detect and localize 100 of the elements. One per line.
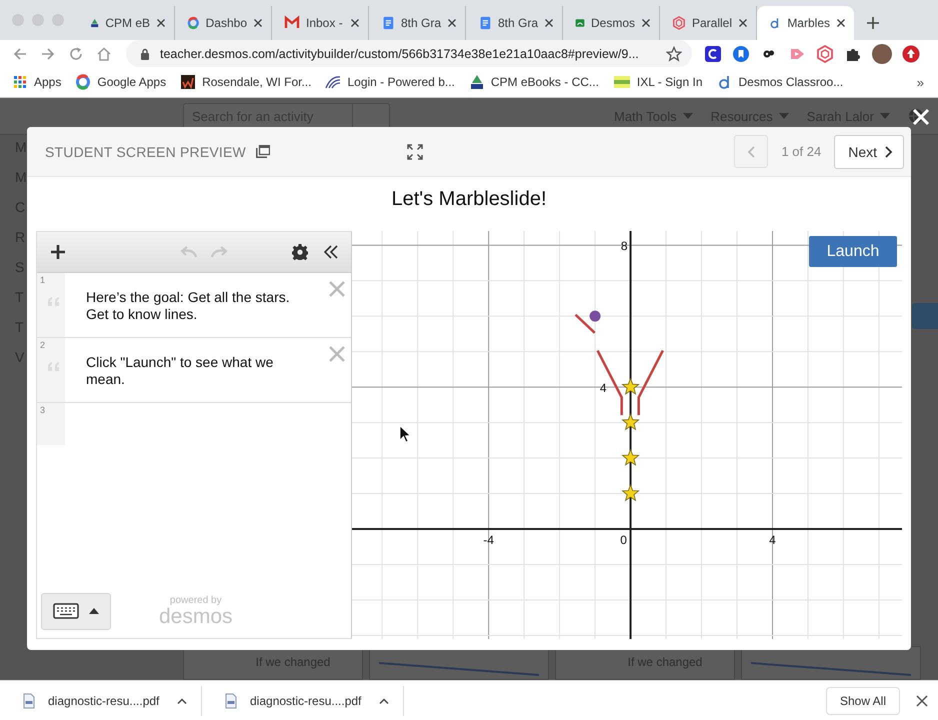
banner-icon [612, 75, 631, 89]
bookmark-link[interactable]: Login - Powered b... [325, 74, 455, 90]
reload-icon[interactable] [68, 46, 84, 62]
axis-label: 4 [769, 533, 776, 548]
globe-icon[interactable] [908, 108, 924, 124]
ring-icon [187, 15, 200, 31]
bookmark-label: Google Apps [97, 75, 166, 89]
powered-by-label: powered by [170, 596, 222, 606]
caret-icon [880, 113, 890, 119]
marble-ball [590, 310, 601, 322]
home-icon[interactable] [96, 46, 112, 62]
avatar[interactable] [872, 44, 892, 64]
ring-icon [75, 74, 92, 90]
bookmark-link[interactable]: Google Apps [75, 74, 166, 90]
browser-tab[interactable]: Marbles [757, 6, 854, 40]
dialog-title: STUDENT SCREEN PREVIEW [45, 144, 246, 160]
star-icon [621, 377, 640, 395]
bookmark-link[interactable]: Desmos Classroo... [716, 74, 844, 90]
tab-title: Desmos [590, 16, 635, 30]
expand-icon[interactable] [406, 144, 422, 160]
close-icon[interactable] [156, 18, 166, 28]
plus-icon[interactable] [866, 16, 880, 30]
close-icon[interactable] [544, 18, 554, 28]
close-icon[interactable] [447, 18, 457, 28]
tab-title: 8th Gra [498, 16, 538, 30]
square-letter-icon[interactable] [704, 44, 722, 62]
more-bookmarks-button[interactable]: » [916, 74, 924, 90]
grid-icon [12, 74, 28, 90]
settings-icon[interactable] [291, 243, 309, 261]
download-item[interactable]: diagnostic-resu....pdf [0, 686, 202, 716]
caret-icon [778, 113, 789, 119]
bookmark-badge-icon[interactable] [732, 44, 750, 62]
tab-title: Inbox - [306, 16, 344, 30]
tab-title: CPM eB [105, 16, 150, 30]
caret-up-icon[interactable] [177, 698, 187, 704]
close-icon[interactable] [738, 18, 748, 28]
tab-title: Parallel [692, 16, 732, 30]
address-bar[interactable]: teacher.desmos.com/activitybuilder/custom/566b31734e38e1e21a10aac8#preview/9... [126, 40, 692, 67]
ramp-line [596, 350, 623, 416]
keyboard-icon [53, 603, 79, 619]
caret-up-icon[interactable] [379, 698, 389, 704]
copy-icon[interactable] [256, 145, 270, 158]
bookmark-label: IXL - Sign In [636, 75, 702, 89]
hexagon-icon[interactable] [816, 44, 834, 62]
download-item[interactable]: diagnostic-resu....pdf [202, 686, 404, 716]
ramp-line [574, 314, 596, 334]
tab-title: Dashbo [206, 16, 247, 30]
bookmark-link[interactable]: IXL - Sign In [612, 75, 702, 89]
forward-arrow-icon[interactable] [40, 46, 56, 62]
document-icon [478, 15, 492, 31]
screen-title: Let's Marbleslide! [390, 187, 548, 212]
close-icon[interactable] [641, 18, 651, 28]
chevron-left-icon [747, 146, 756, 158]
back-arrow-icon[interactable] [12, 46, 28, 62]
star-icon [621, 484, 640, 502]
file-name: diagnostic-resu....pdf [48, 694, 160, 708]
square-logo-icon [180, 74, 196, 90]
close-icon[interactable] [916, 694, 928, 706]
row-number: 1 [40, 275, 46, 285]
url-text: teacher.desmos.com/activitybuilder/custom/566b31734e38e1e21a10aac8#preview/9... [160, 46, 640, 60]
bookmark-link[interactable]: Rosendale, WI For... [180, 74, 312, 90]
pdf-file-icon [22, 692, 36, 708]
star-icon[interactable] [666, 46, 682, 62]
next-button[interactable]: Next [834, 134, 904, 168]
tree-icon [468, 74, 485, 90]
bookmark-label: Rosendale, WI For... [202, 75, 312, 89]
close-icon[interactable] [350, 18, 360, 28]
brand-logo: desmos [159, 606, 233, 626]
bookmark-label: Desmos Classroo... [738, 75, 844, 89]
cursor-icon [400, 425, 411, 443]
caret-up-icon [89, 608, 99, 614]
bookmark-label: CPM eBooks - CC... [490, 75, 599, 89]
file-name: diagnostic-resu....pdf [250, 694, 362, 708]
page-counter: 1 of 24 [781, 144, 822, 159]
note-text[interactable]: Here’s the goal: Get all the stars. Get to know lines. [65, 273, 316, 337]
plus-icon[interactable] [50, 244, 66, 260]
ramp-line [637, 350, 664, 416]
tab-title: 8th Gra [400, 16, 441, 30]
envelope-icon [284, 15, 300, 31]
bookmark-link[interactable]: Apps [12, 74, 62, 90]
bookmark-label: Login - Powered b... [347, 75, 455, 89]
launch-button[interactable]: Launch [809, 236, 897, 267]
star-icon [621, 412, 640, 430]
arches-icon [325, 74, 342, 90]
close-icon[interactable] [836, 18, 846, 28]
upload-badge-icon[interactable] [902, 44, 920, 62]
axis-label: -4 [483, 533, 494, 548]
bookmark-link[interactable]: CPM eBooks - CC... [468, 74, 599, 90]
note-text[interactable]: Click "Launch" to see what we mean. [65, 338, 316, 402]
tab-title: Marbles [787, 16, 830, 30]
axis-label: 4 [600, 381, 607, 396]
show-all-button[interactable]: Show All [826, 686, 900, 714]
keyboard-button[interactable] [41, 592, 111, 630]
chevron-right-icon [885, 146, 893, 158]
collapse-icon[interactable] [323, 245, 339, 259]
star-icon [621, 448, 640, 466]
pdf-file-icon [224, 692, 238, 708]
row-number: 2 [40, 340, 46, 350]
bookmark-label: Apps [34, 75, 62, 89]
close-icon[interactable] [253, 18, 263, 28]
